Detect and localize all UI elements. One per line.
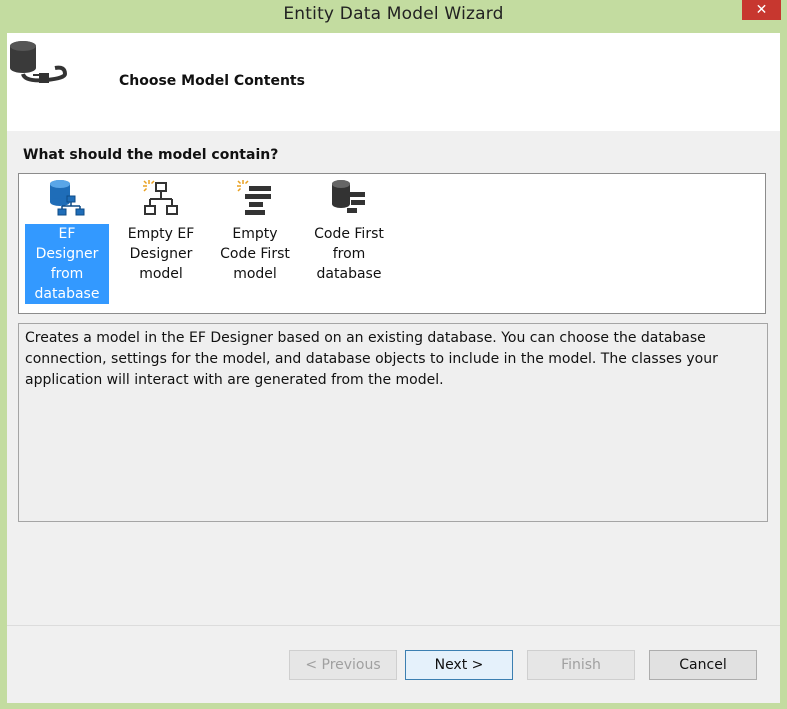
previous-button[interactable]: < Previous <box>289 650 397 680</box>
question-label: What should the model contain? <box>23 147 279 163</box>
description-box: Creates a model in the EF Designer based… <box>18 323 768 522</box>
next-button[interactable]: Next > <box>405 650 513 680</box>
list-item-empty-ef-designer-model[interactable]: Empty EF Designer model <box>118 174 204 284</box>
window-title: Entity Data Model Wizard <box>283 4 504 24</box>
footer-divider <box>7 625 780 626</box>
item-label: EF Designer from database <box>25 224 109 304</box>
item-label: Code First from database <box>314 226 384 282</box>
item-label: Empty Code First model <box>220 226 290 282</box>
empty-code-first-icon <box>237 180 271 215</box>
title-bar: Entity Data Model Wizard ✕ <box>0 0 787 32</box>
page-title: Choose Model Contents <box>119 73 305 89</box>
empty-designer-icon <box>143 180 178 215</box>
finish-button[interactable]: Finish <box>527 650 635 680</box>
item-label: Empty EF Designer model <box>127 226 195 282</box>
code-first-database-icon <box>332 180 365 213</box>
database-plug-icon <box>10 41 68 83</box>
database-designer-icon <box>50 180 85 216</box>
cancel-button[interactable]: Cancel <box>649 650 757 680</box>
close-button[interactable]: ✕ <box>742 0 781 20</box>
list-item-ef-designer-from-database[interactable]: EF Designer from database <box>24 174 110 304</box>
list-item-empty-code-first-model[interactable]: Empty Code First model <box>212 174 298 284</box>
list-item-code-first-from-database[interactable]: Code First from database <box>306 174 392 284</box>
wizard-header: Choose Model Contents <box>7 33 780 131</box>
wizard-client-area: Choose Model Contents What should the mo… <box>7 33 780 703</box>
model-type-list[interactable]: EF Designer from database Empty EF Desig… <box>18 173 766 314</box>
